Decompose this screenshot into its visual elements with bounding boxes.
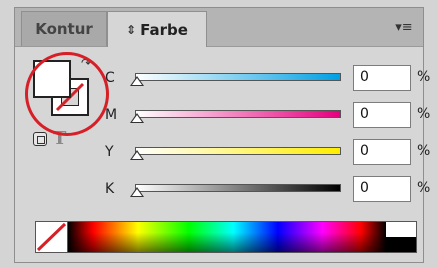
- slider-thumb-c[interactable]: [130, 76, 144, 86]
- black-swatch[interactable]: [386, 237, 416, 252]
- spectrum-ramp[interactable]: [68, 222, 386, 252]
- value-field-m[interactable]: 0: [353, 102, 411, 128]
- slider-thumb-m[interactable]: [130, 113, 144, 123]
- color-spectrum[interactable]: [35, 221, 417, 253]
- highlight-circle: [25, 52, 109, 136]
- value-field-y[interactable]: 0: [353, 139, 411, 165]
- black-white-swatches: [386, 222, 416, 252]
- value-field-c[interactable]: 0: [353, 65, 411, 91]
- tab-kontur-label: Kontur: [35, 20, 93, 38]
- slider-track-k[interactable]: [135, 184, 341, 192]
- slider-track-y[interactable]: [135, 147, 341, 155]
- unit-c: %: [417, 69, 431, 85]
- tab-kontur[interactable]: Kontur: [21, 11, 107, 46]
- slider-letter-k: K: [105, 181, 115, 197]
- tab-farbe[interactable]: ⇕ Farbe: [107, 11, 207, 47]
- fill-stroke-swatches: ↷: [25, 52, 109, 136]
- none-color-swatch[interactable]: [36, 222, 68, 252]
- unit-m: %: [417, 106, 431, 122]
- slider-letter-y: Y: [105, 144, 114, 160]
- slider-thumb-k[interactable]: [130, 187, 144, 197]
- unit-y: %: [417, 143, 431, 159]
- slider-track-c[interactable]: [135, 73, 341, 81]
- tab-bar: Kontur ⇕ Farbe ▾≡: [15, 8, 423, 47]
- format-container-icon[interactable]: [33, 131, 47, 146]
- unit-k: %: [417, 180, 431, 196]
- none-slash-icon: [36, 222, 67, 252]
- panel-menu-icon[interactable]: ▾≡: [395, 18, 413, 36]
- color-panel: Kontur ⇕ Farbe ▾≡ ↷ T C 0 % M 0 % Y 0 % …: [14, 7, 430, 263]
- updown-arrows-icon: ⇕: [126, 22, 137, 37]
- slider-track-m[interactable]: [135, 110, 341, 118]
- value-field-k[interactable]: 0: [353, 176, 411, 202]
- slider-row-y: Y 0 %: [105, 139, 430, 169]
- white-swatch[interactable]: [386, 222, 416, 237]
- slider-letter-m: M: [105, 107, 118, 123]
- slider-row-k: K 0 %: [105, 176, 430, 206]
- slider-row-m: M 0 %: [105, 102, 430, 132]
- slider-row-c: C 0 %: [105, 65, 430, 95]
- slider-thumb-y[interactable]: [130, 150, 144, 160]
- tab-farbe-label: Farbe: [140, 20, 188, 39]
